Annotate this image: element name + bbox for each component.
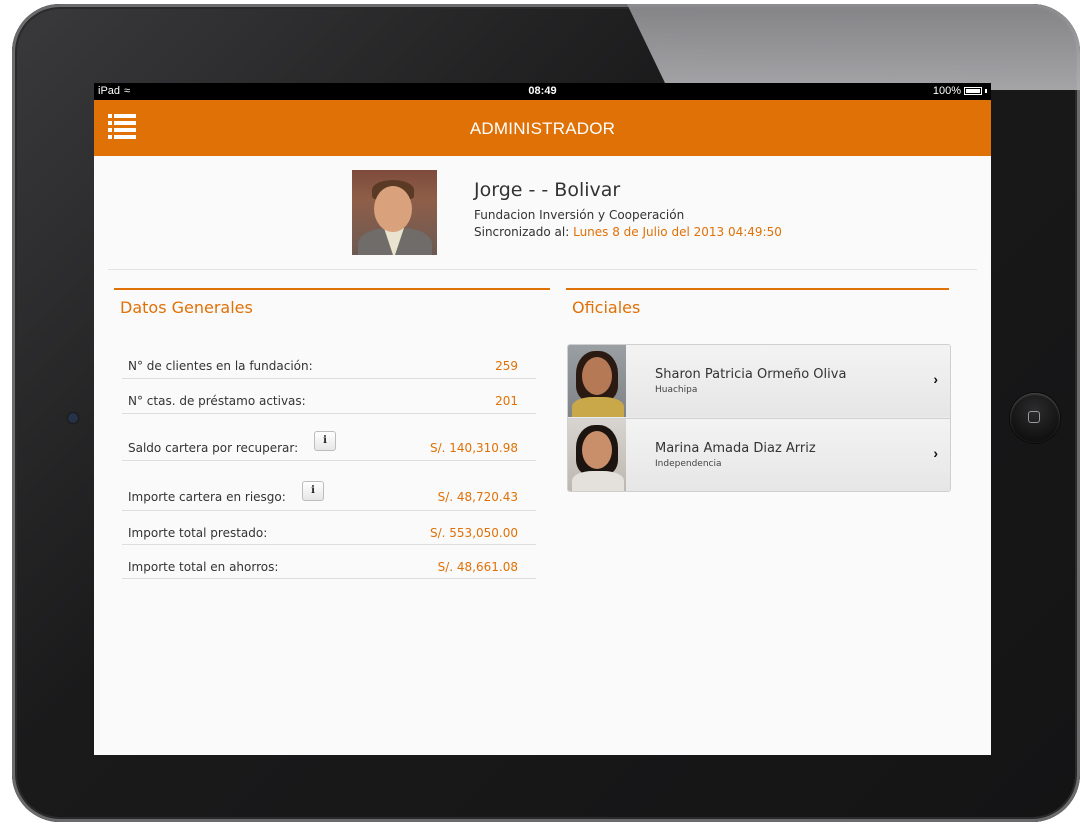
home-button[interactable] bbox=[1010, 393, 1060, 443]
avatar bbox=[352, 170, 437, 255]
general-stats-list: N° de clientes en la fundación: 259 N° c… bbox=[122, 343, 536, 579]
officer-name: Marina Amada Diaz Arriz bbox=[655, 441, 816, 456]
status-bar: iPad ≈ 08:49 100% bbox=[94, 83, 991, 100]
organization-name: Fundacion Inversión y Cooperación bbox=[474, 208, 685, 222]
stat-label: Importe total en ahorros: bbox=[128, 560, 279, 574]
officer-photo bbox=[568, 419, 626, 491]
officers-section-title: Oficiales bbox=[566, 288, 949, 328]
info-button[interactable]: i bbox=[302, 481, 324, 501]
officer-name: Sharon Patricia Ormeño Oliva bbox=[655, 367, 847, 382]
divider bbox=[108, 269, 977, 270]
stat-label: N° ctas. de préstamo activas: bbox=[128, 394, 306, 408]
officer-location: Independencia bbox=[655, 459, 722, 469]
stat-row-total-lent: Importe total prestado: S/. 553,050.00 bbox=[122, 511, 536, 545]
stat-value: S/. 48,661.08 bbox=[437, 560, 518, 574]
page-title: ADMINISTRADOR bbox=[469, 119, 616, 138]
nav-bar: ADMINISTRADOR bbox=[94, 100, 991, 156]
stat-row-clients: N° de clientes en la fundación: 259 bbox=[122, 343, 536, 379]
stat-value: S/. 140,310.98 bbox=[430, 441, 518, 455]
stat-row-portfolio-balance: Saldo cartera por recuperar: i S/. 140,3… bbox=[122, 414, 536, 461]
battery-percent: 100% bbox=[932, 85, 961, 97]
chevron-right-icon: › bbox=[933, 371, 938, 387]
info-button[interactable]: i bbox=[314, 431, 336, 451]
stat-value: 259 bbox=[495, 359, 518, 373]
profile-header: Jorge - - Bolivar Fundacion Inversión y … bbox=[94, 156, 991, 270]
stat-value: S/. 48,720.43 bbox=[437, 490, 518, 504]
officer-item[interactable]: Sharon Patricia Ormeño Oliva Huachipa › bbox=[568, 345, 950, 417]
battery-tip bbox=[985, 89, 987, 93]
stat-row-total-savings: Importe total en ahorros: S/. 48,661.08 bbox=[122, 545, 536, 579]
app-screen: iPad ≈ 08:49 100% ADMINISTRADOR Jorge - … bbox=[94, 83, 991, 755]
user-name: Jorge - - Bolivar bbox=[474, 179, 621, 201]
stat-label: Importe cartera en riesgo: bbox=[128, 490, 286, 504]
status-time: 08:49 bbox=[528, 85, 557, 97]
officer-location: Huachipa bbox=[655, 385, 698, 395]
screen-glare bbox=[627, 4, 1080, 90]
stat-label: Importe total prestado: bbox=[128, 526, 268, 540]
sync-label: Sincronizado al: bbox=[474, 225, 570, 239]
home-square-icon bbox=[1028, 411, 1040, 423]
stat-label: Saldo cartera por recuperar: bbox=[128, 441, 299, 455]
front-camera bbox=[68, 413, 78, 423]
sync-status: Sincronizado al: Lunes 8 de Julio del 20… bbox=[474, 225, 782, 239]
officer-item[interactable]: Marina Amada Diaz Arriz Independencia › bbox=[568, 418, 950, 491]
sync-date: Lunes 8 de Julio del 2013 04:49:50 bbox=[573, 225, 782, 239]
battery-icon bbox=[964, 87, 982, 95]
officer-photo bbox=[568, 345, 626, 417]
officers-list: Sharon Patricia Ormeño Oliva Huachipa › … bbox=[567, 344, 951, 492]
chevron-right-icon: › bbox=[933, 445, 938, 461]
stat-value: S/. 553,050.00 bbox=[430, 526, 518, 540]
general-section-title: Datos Generales bbox=[114, 288, 550, 328]
stat-row-portfolio-risk: Importe cartera en riesgo: i S/. 48,720.… bbox=[122, 461, 536, 511]
stat-label: N° de clientes en la fundación: bbox=[128, 359, 313, 373]
stat-row-loans: N° ctas. de préstamo activas: 201 bbox=[122, 379, 536, 414]
stat-value: 201 bbox=[495, 394, 518, 408]
